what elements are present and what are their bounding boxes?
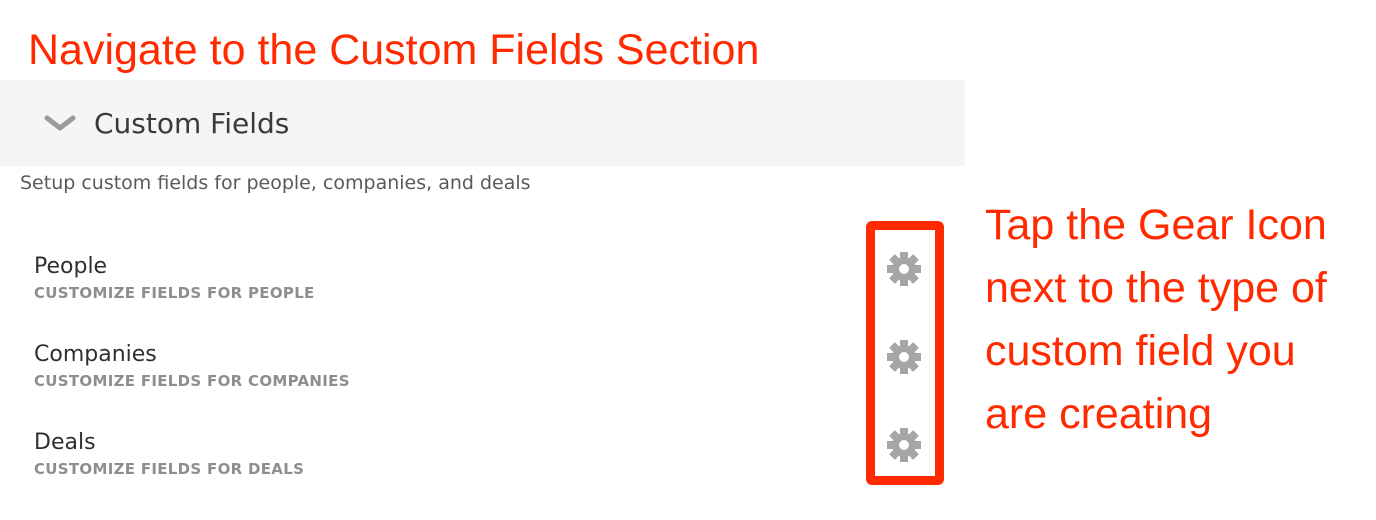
gear-icon[interactable]: [885, 426, 923, 464]
row-title: People: [34, 254, 108, 279]
list-item-companies: Companies CUSTOMIZE FIELDS FOR COMPANIES: [34, 341, 934, 391]
row-title: Deals: [34, 430, 96, 455]
row-subtitle: CUSTOMIZE FIELDS FOR COMPANIES: [34, 372, 350, 390]
row-title: Companies: [34, 342, 157, 367]
annotation-navigate: Navigate to the Custom Fields Section: [28, 26, 760, 74]
custom-fields-section-header[interactable]: Custom Fields: [0, 80, 965, 166]
annotation-tap-gear: Tap the Gear Icon next to the type of cu…: [985, 201, 1327, 438]
row-subtitle: CUSTOMIZE FIELDS FOR PEOPLE: [34, 284, 315, 302]
section-title: Custom Fields: [94, 106, 290, 140]
chevron-down-icon[interactable]: [44, 114, 76, 132]
section-description: Setup custom fields for people, companie…: [20, 172, 531, 194]
list-item-deals: Deals CUSTOMIZE FIELDS FOR DEALS: [34, 429, 934, 479]
gear-icon[interactable]: [885, 250, 923, 288]
gear-icon[interactable]: [885, 338, 923, 376]
list-item-people: People CUSTOMIZE FIELDS FOR PEOPLE: [34, 253, 934, 303]
row-subtitle: CUSTOMIZE FIELDS FOR DEALS: [34, 460, 305, 478]
